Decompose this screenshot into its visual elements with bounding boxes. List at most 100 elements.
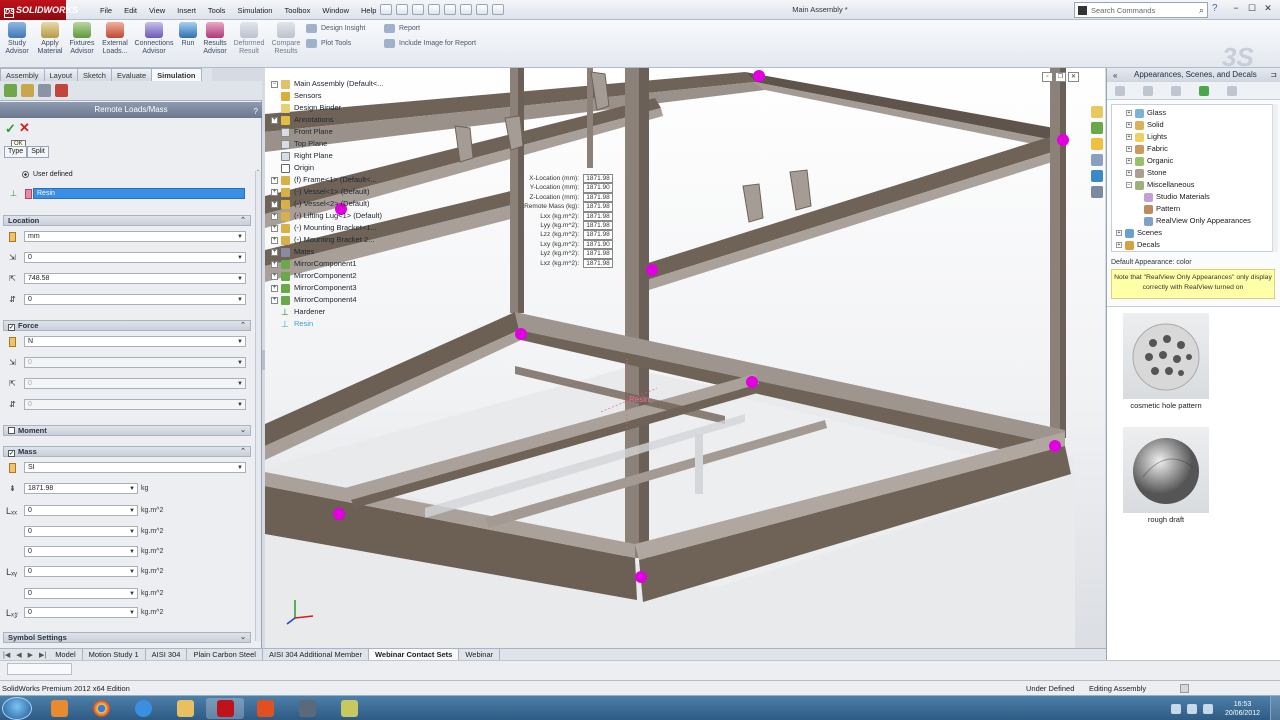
tree-node-origin[interactable]: Origin bbox=[281, 162, 314, 174]
inertia-lxz-field[interactable]: 0 ▼ bbox=[24, 607, 138, 618]
tree-node-mounting-bracket-2[interactable]: + (-) Mounting Bracket 2... bbox=[271, 234, 374, 246]
tray-volume-icon[interactable] bbox=[1202, 703, 1213, 714]
tab-aisi-304-additional-member[interactable]: AISI 304 Additional Member bbox=[263, 648, 369, 661]
forward-icon[interactable] bbox=[1143, 86, 1153, 96]
location-x-field[interactable]: 0 ▼ bbox=[24, 252, 246, 263]
fixtures-advisor-button[interactable]: Fixtures Advisor bbox=[68, 22, 96, 56]
tray-flag-icon[interactable] bbox=[1170, 703, 1181, 714]
taskbar-solidworks[interactable] bbox=[206, 698, 244, 719]
tree-item-studio-materials[interactable]: Studio Materials bbox=[1144, 191, 1210, 203]
tree-item-glass[interactable]: + Glass bbox=[1126, 107, 1166, 119]
property-manager-scrollbar[interactable] bbox=[255, 171, 261, 641]
report-button[interactable]: Report bbox=[384, 24, 420, 33]
expand-toggle-icon[interactable]: + bbox=[271, 116, 278, 124]
location-y-field[interactable]: 748.58 ▼ bbox=[24, 273, 246, 284]
tab-simulation[interactable]: Simulation bbox=[151, 68, 202, 81]
expand-toggle-icon[interactable]: + bbox=[1126, 110, 1132, 116]
tab-type[interactable]: Type bbox=[4, 146, 28, 158]
tab-assembly[interactable]: Assembly bbox=[0, 68, 45, 81]
tab-webinar[interactable]: Webinar bbox=[459, 648, 501, 661]
file-explorer-icon[interactable] bbox=[1091, 138, 1103, 150]
home-icon[interactable] bbox=[1171, 86, 1181, 96]
collapse-toggle-icon[interactable]: − bbox=[1126, 182, 1132, 188]
moment-checkbox[interactable] bbox=[8, 427, 15, 434]
tree-node-vessel-1[interactable]: + (-) Vessel<1> (Default) bbox=[271, 186, 369, 198]
appearances-icon[interactable] bbox=[1091, 170, 1103, 182]
menu-window[interactable]: Window bbox=[316, 6, 355, 15]
taskbar-office[interactable] bbox=[246, 698, 284, 719]
handle-point[interactable] bbox=[1049, 440, 1061, 452]
pm-help-icon[interactable]: ? bbox=[254, 104, 258, 120]
collapse-chevron-icon[interactable]: ⌃ bbox=[240, 216, 246, 226]
tree-node-mirror-2[interactable]: + MirrorComponent2 bbox=[271, 270, 357, 282]
inertia-lyy-field[interactable]: 0 ▼ bbox=[24, 526, 138, 537]
status-help-icon[interactable] bbox=[1180, 684, 1189, 693]
tree-item-lights[interactable]: + Lights bbox=[1126, 131, 1167, 143]
expand-toggle-icon[interactable]: + bbox=[271, 260, 278, 268]
last-tab-icon[interactable]: ▶| bbox=[36, 651, 49, 659]
select-icon[interactable] bbox=[444, 4, 456, 15]
study-advisor-button[interactable]: Study Advisor bbox=[4, 22, 30, 56]
tree-item-stone[interactable]: + Stone bbox=[1126, 167, 1167, 179]
tab-aisi-304[interactable]: AISI 304 bbox=[146, 648, 188, 661]
property-manager-icon[interactable] bbox=[21, 84, 34, 97]
tree-node-mirror-4[interactable]: + MirrorComponent4 bbox=[271, 294, 357, 306]
collapse-arrow-icon[interactable]: « bbox=[1113, 69, 1117, 83]
inertia-lyz-field[interactable]: 0 ▼ bbox=[24, 588, 138, 599]
connections-advisor-button[interactable]: Connections Advisor bbox=[134, 22, 174, 56]
reference-entity-field[interactable]: Resin bbox=[33, 188, 245, 199]
simulation-manager-icon[interactable] bbox=[55, 84, 68, 97]
swatch-cosmetic-hole-pattern[interactable] bbox=[1123, 313, 1209, 399]
tab-evaluate[interactable]: Evaluate bbox=[110, 68, 153, 81]
expand-chevron-icon[interactable]: ⌄ bbox=[240, 426, 246, 436]
force-x-field[interactable]: 0 ▼ bbox=[24, 357, 246, 368]
taskbar-clock[interactable]: 16:53 20/06/2012 bbox=[1215, 700, 1270, 718]
print-icon[interactable] bbox=[428, 4, 440, 15]
search-commands-box[interactable]: Search Commands ⌕ bbox=[1074, 2, 1208, 18]
solidworks-logo[interactable]: DSSOLIDWORKS bbox=[0, 0, 78, 20]
tab-sketch[interactable]: Sketch bbox=[77, 68, 112, 81]
mass-checkbox[interactable]: ✓ bbox=[8, 450, 15, 457]
tree-node-frame[interactable]: + (f) Frame<1> (Default<... bbox=[271, 174, 377, 186]
user-defined-radio[interactable] bbox=[22, 171, 29, 178]
menu-simulation[interactable]: Simulation bbox=[231, 6, 278, 15]
prev-tab-icon[interactable]: ◀ bbox=[13, 651, 24, 659]
custom-properties-icon[interactable] bbox=[1091, 186, 1103, 198]
tree-node-annotations[interactable]: + Annotations bbox=[271, 114, 334, 126]
open-icon[interactable] bbox=[396, 4, 408, 15]
expand-toggle-icon[interactable]: + bbox=[271, 200, 278, 208]
results-advisor-button[interactable]: Results Advisor bbox=[200, 22, 230, 56]
handle-point[interactable] bbox=[753, 70, 765, 82]
tree-node-mates[interactable]: + Mates bbox=[271, 246, 314, 258]
feature-manager-icon[interactable] bbox=[4, 84, 17, 97]
inertia-lxx-field[interactable]: 0 ▼ bbox=[24, 505, 138, 516]
tab-plain-carbon-steel[interactable]: Plain Carbon Steel bbox=[187, 648, 263, 661]
inertia-lzz-field[interactable]: 0 ▼ bbox=[24, 546, 138, 557]
deformed-result-button[interactable]: Deformed Result bbox=[232, 22, 266, 56]
handle-point[interactable] bbox=[646, 264, 658, 276]
menu-tools[interactable]: Tools bbox=[202, 6, 232, 15]
add-file-icon[interactable] bbox=[1227, 86, 1237, 96]
expand-toggle-icon[interactable]: + bbox=[1126, 134, 1132, 140]
taskbar-explorer[interactable] bbox=[166, 698, 204, 719]
configuration-manager-icon[interactable] bbox=[38, 84, 51, 97]
expand-toggle-icon[interactable]: + bbox=[271, 296, 278, 304]
design-insight-button[interactable]: Design Insight bbox=[306, 24, 365, 33]
symbol-settings-section-header[interactable]: Symbol Settings ⌄ bbox=[3, 632, 251, 643]
menu-edit[interactable]: Edit bbox=[118, 6, 143, 15]
expand-toggle-icon[interactable]: + bbox=[271, 272, 278, 280]
compare-results-button[interactable]: Compare Results bbox=[270, 22, 302, 56]
tree-node-mounting-bracket-1[interactable]: + (-) Mounting Bracket<1... bbox=[271, 222, 377, 234]
next-tab-icon[interactable]: ▶ bbox=[25, 651, 36, 659]
handle-point[interactable] bbox=[333, 508, 345, 520]
show-desktop-button[interactable] bbox=[1270, 696, 1280, 720]
tree-node-sensors[interactable]: Sensors bbox=[281, 90, 322, 102]
refresh-icon[interactable] bbox=[1199, 86, 1209, 96]
force-checkbox[interactable]: ✓ bbox=[8, 324, 15, 331]
handle-point[interactable] bbox=[635, 571, 647, 583]
tree-item-organic[interactable]: + Organic bbox=[1126, 155, 1173, 167]
appearances-tree-scrollbar[interactable] bbox=[1272, 104, 1278, 252]
tree-node-top-plane[interactable]: Top Plane bbox=[281, 138, 327, 150]
menu-view[interactable]: View bbox=[143, 6, 171, 15]
expand-toggle-icon[interactable]: + bbox=[1126, 146, 1132, 152]
